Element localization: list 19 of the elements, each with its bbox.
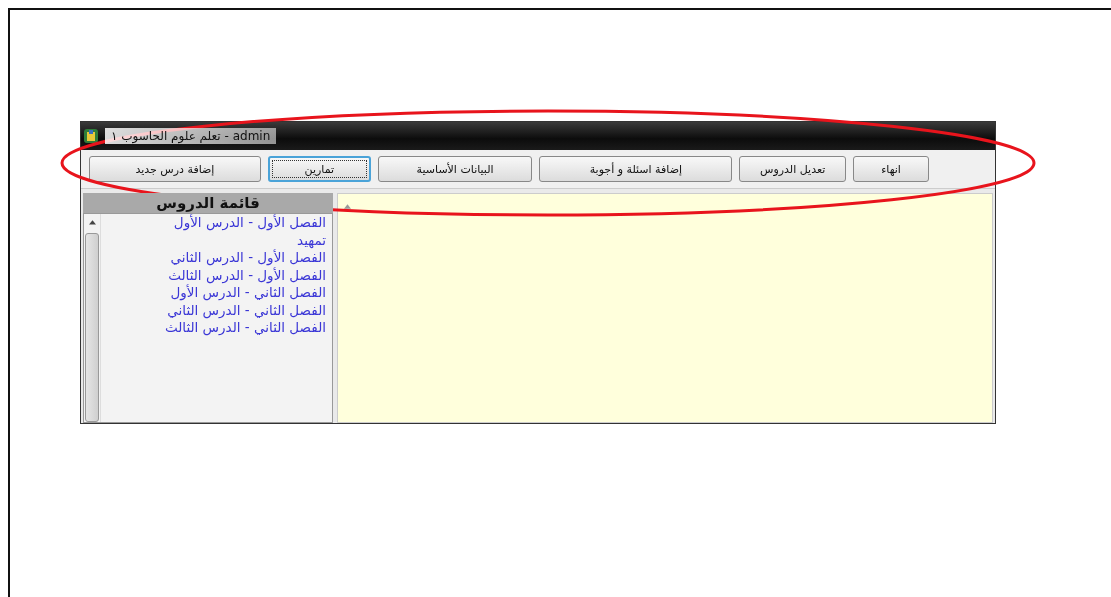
lesson-item[interactable]: الفصل الأول - الدرس الأول xyxy=(107,214,326,232)
toolbar-button[interactable]: تمارين xyxy=(267,156,371,182)
toolbar-button[interactable]: إضافة درس جديد xyxy=(89,156,261,182)
lesson-item[interactable]: الفصل الثاني - الدرس الثاني xyxy=(107,301,326,319)
scroll-thumb[interactable] xyxy=(85,232,99,422)
toolbar-button[interactable]: البيانات الأساسية xyxy=(377,156,533,182)
lesson-item[interactable]: الفصل الأول - الدرس الثاني xyxy=(107,249,326,267)
lesson-item[interactable]: تمهيد xyxy=(107,231,326,249)
toolbar-button[interactable]: انهاء xyxy=(853,156,929,182)
scroll-up-icon[interactable] xyxy=(88,220,96,225)
lesson-item[interactable]: الفصل الثاني - الدرس الثالث xyxy=(107,319,326,337)
lesson-item[interactable]: الفصل الأول - الدرس الثالث xyxy=(107,266,326,284)
toolbar-button[interactable]: تعديل الدروس xyxy=(739,156,846,182)
scrollbar[interactable] xyxy=(84,214,101,422)
lessons-header: قائمة الدروس xyxy=(83,193,333,213)
toolbar-button[interactable]: إضافة اسئلة و أجوبة xyxy=(539,156,733,182)
app-icon xyxy=(83,128,99,144)
window-title: تعلم علوم الحاسوب ١ - admin xyxy=(105,128,277,144)
lesson-item[interactable]: الفصل الثاني - الدرس الأول xyxy=(107,284,326,302)
